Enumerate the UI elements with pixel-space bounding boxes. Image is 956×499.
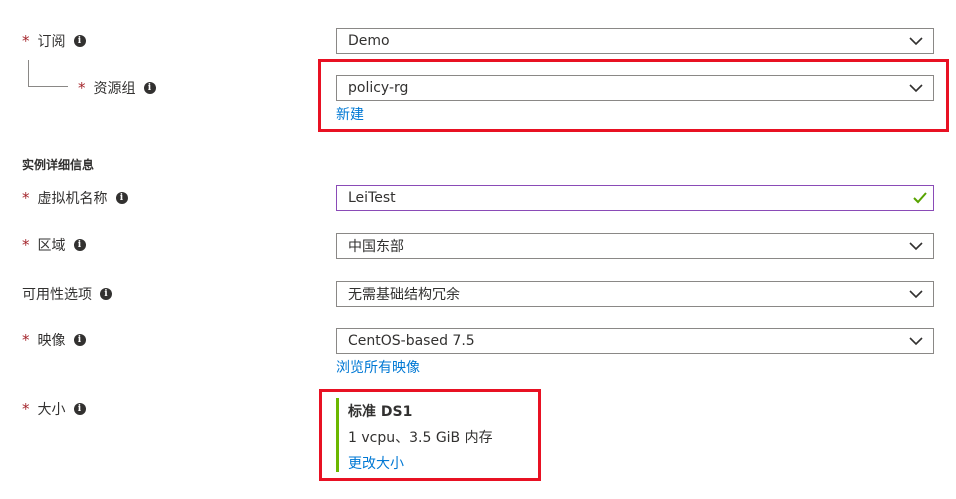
availability-value: 无需基础结构冗余	[348, 287, 460, 303]
tree-connector	[28, 86, 68, 87]
size-label-row: * 大小 i	[22, 399, 86, 419]
chevron-down-icon	[909, 37, 923, 46]
chevron-down-icon	[909, 337, 923, 346]
info-icon[interactable]: i	[143, 82, 156, 94]
required-marker: *	[22, 400, 30, 418]
subscription-label-row: * 订阅 i	[22, 31, 86, 51]
section-title: 实例详细信息	[22, 158, 95, 172]
size-label: 大小	[37, 402, 66, 418]
info-icon[interactable]: i	[73, 35, 86, 47]
image-label: 映像	[37, 333, 66, 349]
subscription-value: Demo	[348, 33, 390, 49]
required-marker: *	[22, 189, 30, 207]
required-marker: *	[22, 32, 30, 50]
info-icon[interactable]: i	[100, 288, 112, 300]
availability-label-row: 可用性选项 i	[22, 284, 112, 304]
chevron-down-icon	[909, 290, 923, 299]
browse-images-link[interactable]: 浏览所有映像	[336, 357, 420, 377]
vm-name-input[interactable]: LeiTest	[336, 185, 934, 211]
region-label-row: * 区域 i	[22, 235, 86, 255]
highlight-box	[318, 59, 949, 132]
resource-group-label: 资源组	[93, 81, 136, 97]
info-icon[interactable]: i	[73, 334, 86, 346]
subscription-label: 订阅	[37, 34, 66, 50]
tree-connector	[28, 60, 29, 86]
image-value: CentOS-based 7.5	[348, 333, 475, 349]
required-marker: *	[22, 236, 30, 254]
image-label-row: * 映像 i	[22, 330, 86, 350]
checkmark-icon	[913, 192, 927, 204]
availability-label: 可用性选项	[22, 287, 92, 303]
region-label: 区域	[37, 238, 66, 254]
vm-name-label: 虚拟机名称	[37, 191, 108, 207]
info-icon[interactable]: i	[73, 239, 86, 251]
image-select[interactable]: CentOS-based 7.5	[336, 328, 934, 354]
region-value: 中国东部	[348, 239, 404, 255]
chevron-down-icon	[909, 242, 923, 251]
region-select[interactable]: 中国东部	[336, 233, 934, 259]
highlight-box	[319, 389, 541, 481]
resource-group-label-row: * 资源组 i	[78, 78, 156, 98]
info-icon[interactable]: i	[73, 403, 86, 415]
info-icon[interactable]: i	[115, 192, 128, 204]
vm-name-value: LeiTest	[348, 190, 396, 206]
vm-name-label-row: * 虚拟机名称 i	[22, 188, 128, 208]
availability-select[interactable]: 无需基础结构冗余	[336, 281, 934, 307]
required-marker: *	[22, 331, 30, 349]
required-marker: *	[78, 79, 86, 97]
subscription-select[interactable]: Demo	[336, 28, 934, 54]
